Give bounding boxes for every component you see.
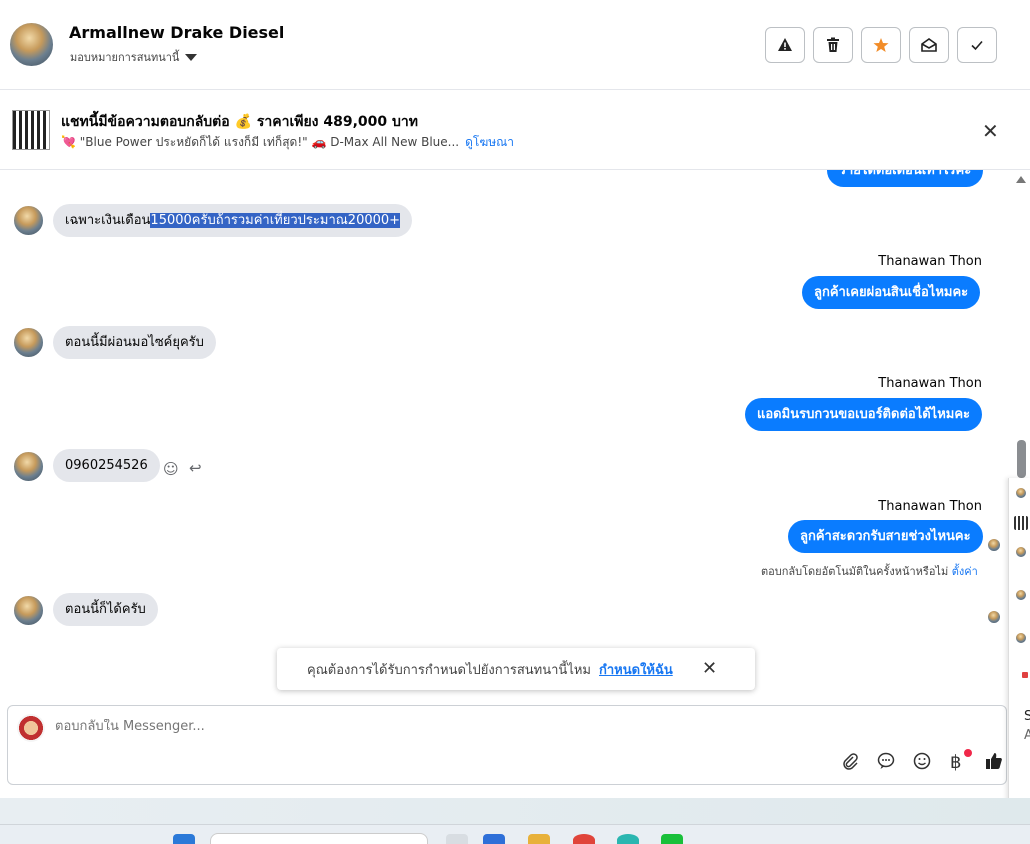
message-text: ลูกค้าเคยผ่อนสินเชื่อไหมคะ	[814, 285, 969, 300]
assign-to-me-link[interactable]: กำหนดให้ฉัน	[599, 659, 673, 680]
trash-icon	[827, 37, 839, 52]
contact-avatar[interactable]	[8, 21, 55, 68]
side-letter: A	[1024, 728, 1030, 743]
message-text: รายได้ต่อเดือนเท่าไรคะ	[839, 170, 972, 178]
baht-payment-icon[interactable]: ฿	[950, 752, 961, 773]
window-bottom-strip	[0, 798, 1030, 824]
incoming-message[interactable]: ตอนนี้ก็ได้ครับ	[53, 593, 158, 626]
taskbar-app-icon[interactable]	[446, 834, 468, 844]
browser-icon[interactable]	[573, 834, 595, 844]
saved-replies-icon[interactable]	[877, 752, 895, 775]
chat-head-avatar[interactable]	[1014, 588, 1028, 602]
mark-unread-button[interactable]	[909, 27, 949, 63]
chat-head-avatar[interactable]	[1014, 545, 1028, 559]
view-ad-link[interactable]: ดูโฆษณา	[465, 133, 514, 152]
star-button[interactable]	[861, 27, 901, 63]
outgoing-message[interactable]: แอดมินรบกวนขอเบอร์ติดต่อได้ไหมคะ	[745, 398, 983, 431]
avatar[interactable]	[12, 594, 45, 627]
message-text: ตอนนี้มีผ่อนมอไซค์ยุครับ	[65, 335, 204, 350]
avatar[interactable]	[12, 450, 45, 483]
sender-name: Thanawan Thon	[878, 376, 982, 391]
message-text: 0960254526	[65, 458, 148, 473]
browser-icon[interactable]	[617, 834, 639, 844]
avatar[interactable]	[12, 204, 45, 237]
windows-start-icon[interactable]	[173, 834, 195, 844]
incoming-message[interactable]: ตอนนี้มีผ่อนมอไซค์ยุครับ	[53, 326, 216, 359]
react-icon[interactable]: ☺	[163, 460, 179, 478]
message-text: ตอนนี้ก็ได้ครับ	[65, 602, 146, 617]
auto-reply-text: ตอบกลับโดยอัตโนมัติในครั้งหน้าหรือไม่	[761, 565, 949, 578]
chat-head-avatar[interactable]	[1014, 631, 1028, 645]
selected-text: 15000ครับถ้ารวมค่าเที่ยวประมาณ20000+	[150, 213, 401, 228]
chat-head-avatar[interactable]	[1014, 486, 1028, 500]
incoming-message[interactable]: เฉพาะเงินเดือน15000ครับถ้ารวมค่าเที่ยวปร…	[53, 204, 413, 237]
ad-thumbnail[interactable]	[12, 110, 50, 150]
assign-label: มอบหมายการสนทนานี้	[70, 51, 180, 64]
message-text: เฉพาะเงินเดือน	[65, 213, 151, 228]
sender-name: Thanawan Thon	[878, 254, 982, 269]
notice-text: คุณต้องการได้รับการกำหนดไปยังการสนทนานี้…	[307, 662, 591, 678]
banner-desc-text: 💘 "Blue Power ประหยัดก็ได้ แรงก็มี เท่ก็…	[61, 135, 460, 149]
open-envelope-icon	[921, 38, 937, 52]
settings-link[interactable]: ตั้งค่า	[952, 565, 978, 578]
auto-reply-prompt: ตอบกลับโดยอัตโนมัติในครั้งหน้าหรือไม่ ตั…	[761, 562, 978, 580]
emoji-icon[interactable]	[913, 752, 931, 775]
message-text: ลูกค้าสะดวกรับสายช่วงไหนคะ	[800, 529, 971, 544]
folder-icon[interactable]	[528, 834, 550, 844]
reply-icon[interactable]: ↩	[189, 459, 202, 477]
scrollbar-thumb[interactable]	[1017, 440, 1026, 478]
close-icon[interactable]: ✕	[982, 119, 999, 143]
report-button[interactable]	[765, 27, 805, 63]
star-icon	[873, 38, 889, 52]
attach-icon[interactable]	[841, 752, 859, 775]
outgoing-message[interactable]: รายได้ต่อเดือนเท่าไรคะ	[827, 170, 984, 187]
chat-head-avatar[interactable]	[1014, 516, 1028, 530]
delete-button[interactable]	[813, 27, 853, 63]
banner-title: แชทนี้มีข้อความตอบกลับต่อ 💰 ราคาเพียง 48…	[61, 114, 419, 130]
sender-name: Thanawan Thon	[878, 499, 982, 514]
checkmark-icon	[971, 40, 983, 51]
incoming-message[interactable]: 0960254526	[53, 449, 160, 482]
close-icon[interactable]: ✕	[702, 658, 717, 679]
seen-avatar	[986, 537, 1002, 553]
contact-name[interactable]: Armallnew Drake Diesel	[69, 23, 284, 42]
taskbar-app-icon[interactable]	[483, 834, 505, 844]
inbox-app: Armallnew Drake Diesel มอบหมายการสนทนานี…	[0, 0, 1030, 844]
message-text: แอดมินรบกวนขอเบอร์ติดต่อได้ไหมคะ	[757, 407, 971, 422]
caret-down-icon	[185, 53, 198, 61]
seen-avatar	[986, 609, 1002, 625]
taskbar	[0, 824, 1030, 844]
taskbar-search[interactable]	[210, 833, 428, 844]
outgoing-message[interactable]: ลูกค้าเคยผ่อนสินเชื่อไหมคะ	[802, 276, 981, 309]
notification-dot	[964, 749, 972, 757]
assign-notice: คุณต้องการได้รับการกำหนดไปยังการสนทนานี้…	[277, 648, 755, 690]
reply-input[interactable]	[55, 719, 655, 734]
assign-dropdown[interactable]: มอบหมายการสนทนานี้	[70, 48, 198, 66]
line-app-icon[interactable]	[661, 834, 683, 844]
done-button[interactable]	[957, 27, 997, 63]
page-avatar	[17, 714, 45, 742]
outgoing-message[interactable]: ลูกค้าสะดวกรับสายช่วงไหนคะ	[788, 520, 983, 553]
chat-head-badge	[1022, 672, 1028, 678]
warning-icon	[778, 38, 792, 51]
avatar[interactable]	[12, 326, 45, 359]
banner-description: 💘 "Blue Power ประหยัดก็ได้ แรงก็มี เท่ก็…	[61, 133, 514, 152]
side-letter: S	[1024, 709, 1030, 724]
scroll-up-arrow[interactable]	[1016, 176, 1026, 183]
message-thread[interactable]: รายได้ต่อเดือนเท่าไรคะ เฉพาะเงินเดือน150…	[0, 170, 1006, 700]
thumbs-up-icon[interactable]	[985, 752, 1003, 775]
